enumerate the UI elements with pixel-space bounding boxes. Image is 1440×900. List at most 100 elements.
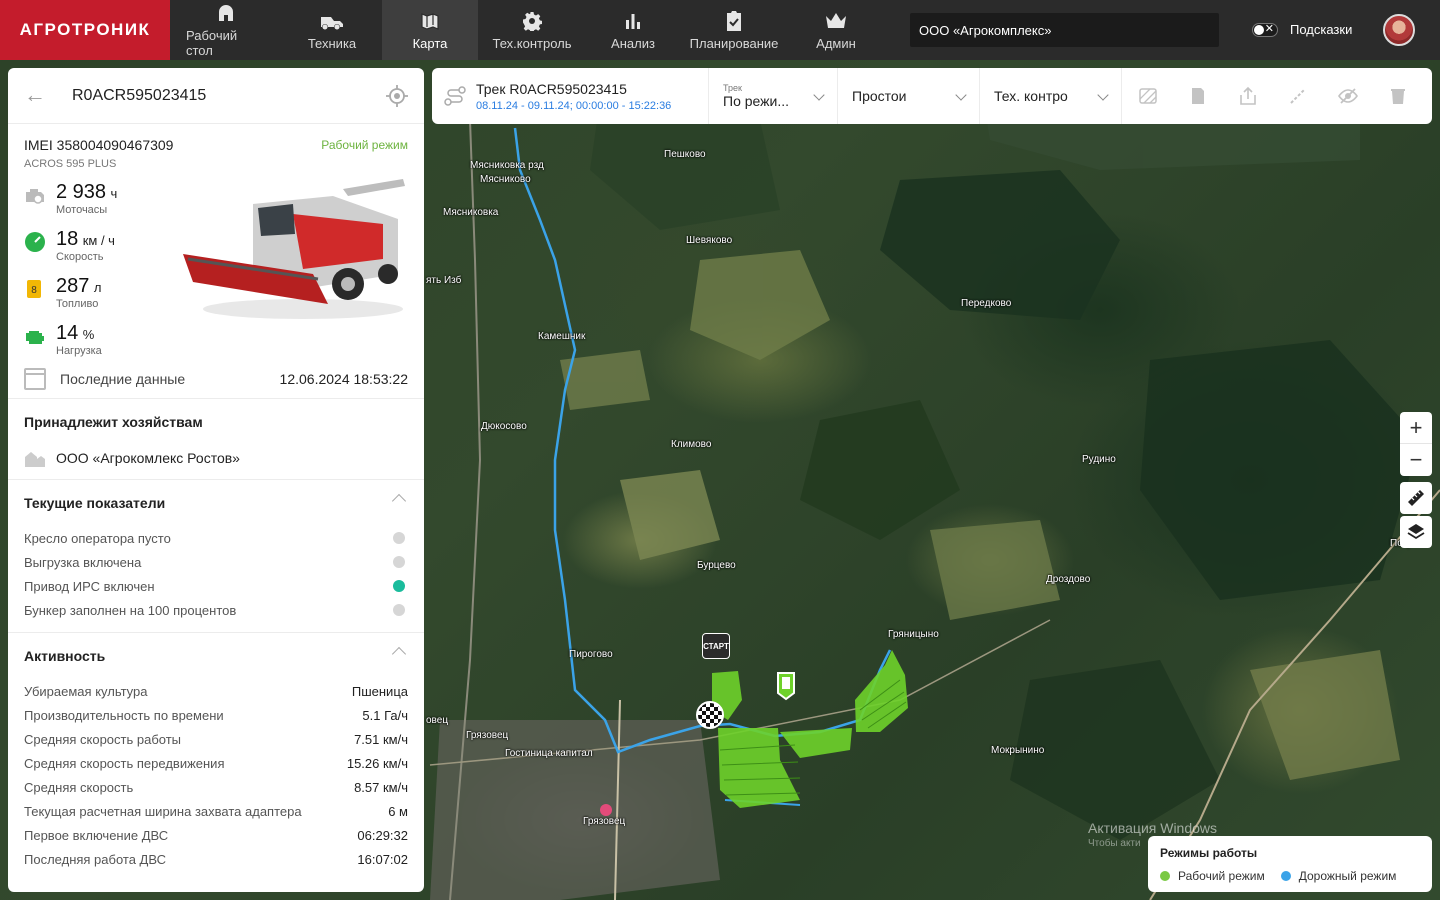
calendar-icon [24, 367, 46, 390]
home-icon [216, 2, 236, 24]
idle-select[interactable]: Простои [838, 68, 980, 124]
farms-title: Принадлежит хозяйствам [24, 414, 203, 430]
company-select[interactable]: ООО «Агрокомплекс» [910, 13, 1219, 47]
last-data-value: 12.06.2024 18:53:22 [279, 370, 408, 387]
activity-row: Первое включение ДВС 06:29:32 [24, 823, 408, 847]
stat-label: Нагрузка [56, 345, 102, 357]
legend-dot [1160, 871, 1170, 881]
nav-label: Техника [307, 35, 357, 51]
indicator-row: Привод ИРС включен [24, 574, 408, 598]
indicators-title: Текущие показатели [24, 495, 166, 511]
nav-item-planning[interactable]: Планирование [680, 0, 788, 60]
ruler-button[interactable] [1400, 482, 1432, 514]
activity-row: Последняя работа ДВС 16:07:02 [24, 847, 408, 871]
svg-text:8: 8 [31, 285, 37, 296]
map-place-label: Пирогово [569, 649, 613, 660]
farm-item[interactable]: ООО «Агрокомлекс Ростов» [24, 445, 408, 479]
farm-building-icon [25, 452, 45, 467]
vehicle-identity: IMEI 358004090467309 ACROS 595 PLUS Рабо… [8, 124, 424, 174]
legend-items: Рабочий режим Дорожный режим [1160, 869, 1420, 883]
document-icon[interactable] [1188, 86, 1208, 106]
export-icon[interactable] [1238, 86, 1258, 106]
techcontrol-select[interactable]: Тех. контро [980, 68, 1122, 124]
stat-unit: % [82, 327, 95, 342]
hints-toggle[interactable]: ✕ Подсказки [1252, 22, 1352, 37]
activity-row: Средняя скорость работы 7.51 км/ч [24, 727, 408, 751]
combine-position-icon[interactable] [776, 671, 796, 701]
map-place-label: овец [426, 715, 449, 726]
field-hatch-icon[interactable] [1138, 86, 1158, 106]
activity-row: Средняя скорость передвижения 15.26 км/ч [24, 751, 408, 775]
chevron-up-icon[interactable] [391, 493, 407, 509]
activity-header[interactable]: Активность [24, 633, 408, 679]
nav-item-map[interactable]: Карта [382, 0, 478, 60]
track-date-range[interactable]: 08.11.24 - 09.11.24; 00:00:00 - 15:22:36 [476, 100, 708, 112]
stat-load: 14 % Нагрузка [24, 323, 102, 357]
back-arrow-icon[interactable]: ← [24, 83, 46, 107]
model-text: ACROS 595 PLUS [24, 158, 117, 170]
indicator-row: Кресло оператора пусто [24, 526, 408, 550]
stat-unit: км / ч [82, 233, 115, 248]
vehicle-title: R0ACR595023415 [72, 86, 207, 104]
track-finish-flag-icon[interactable] [696, 701, 724, 729]
vehicle-details-panel: ← R0ACR595023415 IMEI 358004090467309 AC… [8, 68, 424, 892]
activity-label: Средняя скорость работы [24, 731, 182, 747]
nav-label: Планирование [689, 35, 779, 51]
legend-title: Режимы работы [1160, 846, 1258, 860]
nav-item-machinery[interactable]: Техника [282, 0, 382, 60]
nav-label: Админ [816, 35, 856, 51]
work-modes-legend: Режимы работы Рабочий режим Дорожный реж… [1148, 836, 1432, 892]
activity-row: Убираемая культура Пшеница [24, 679, 408, 703]
stat-label: Топливо [56, 298, 99, 310]
ruler-pencil-icon[interactable] [1288, 86, 1308, 106]
app-logo[interactable]: АГРОТРОНИК [0, 0, 170, 60]
activity-label: Текущая расчетная ширина захвата адаптер… [24, 803, 302, 819]
stat-engine-hours: 2 938 ч Моточасы [24, 182, 117, 216]
layers-button[interactable] [1400, 516, 1432, 548]
indicators-header[interactable]: Текущие показатели [24, 480, 408, 526]
map-place-label: Шевяково [686, 235, 733, 246]
stat-value: 18 [56, 228, 79, 250]
trash-icon[interactable] [1388, 86, 1408, 106]
legend-item-road-mode: Дорожный режим [1280, 869, 1396, 883]
nav-item-dashboard[interactable]: Рабочий стол [170, 0, 282, 60]
hints-switch[interactable]: ✕ [1252, 22, 1278, 37]
top-navigation-bar: АГРОТРОНИК Рабочий стол Техника Карта Те… [0, 0, 1440, 60]
place-pin-icon[interactable] [600, 804, 612, 816]
track-mode-select[interactable]: Трек По режи... [708, 68, 838, 124]
track-toolbar: Трек R0ACR595023415 08.11.24 - 09.11.24;… [432, 68, 1432, 124]
stat-label: Скорость [56, 251, 104, 263]
zoom-in-button[interactable]: + [1400, 412, 1432, 444]
stat-value: 287 [56, 275, 90, 297]
stat-value: 14 [56, 322, 79, 344]
map-place-label: ять Изб [426, 275, 462, 286]
map-place-label: Гостиница капитал [505, 748, 593, 759]
track-mode-caption: Трек [723, 83, 742, 93]
windows-activation-watermark: Активация Windows [1088, 820, 1218, 836]
user-avatar[interactable] [1383, 14, 1415, 46]
nav-item-techcontrol[interactable]: Тех.контроль [478, 0, 586, 60]
nav-label: Анализ [611, 35, 655, 51]
hints-label: Подсказки [1290, 22, 1353, 37]
indicator-label: Привод ИРС включен [24, 578, 155, 594]
map-place-label: Пешково [664, 149, 706, 160]
route-icon [444, 86, 466, 106]
map-place-label: Дюкосово [481, 421, 527, 432]
zoom-out-button[interactable]: − [1400, 444, 1432, 476]
chevron-up-icon[interactable] [391, 646, 407, 662]
indicators-section: Текущие показатели Кресло оператора пуст… [8, 480, 424, 633]
legend-label: Рабочий режим [1178, 869, 1265, 883]
activity-value: 8.57 км/ч [354, 779, 408, 795]
activity-label: Средняя скорость [24, 779, 134, 795]
hide-eye-icon[interactable] [1338, 86, 1358, 106]
work-mode-badge: Рабочий режим [321, 138, 408, 152]
map-place-label: Грязовец [583, 816, 626, 827]
map-icon [420, 10, 440, 32]
nav-item-admin[interactable]: Админ [788, 0, 884, 60]
stat-unit: л [93, 280, 102, 295]
nav-item-analysis[interactable]: Анализ [586, 0, 680, 60]
track-title: Трек R0ACR595023415 [476, 80, 627, 97]
locate-target-icon[interactable] [386, 85, 408, 107]
bar-chart-icon [623, 10, 643, 32]
track-start-marker[interactable]: СТАРТ [702, 633, 730, 659]
